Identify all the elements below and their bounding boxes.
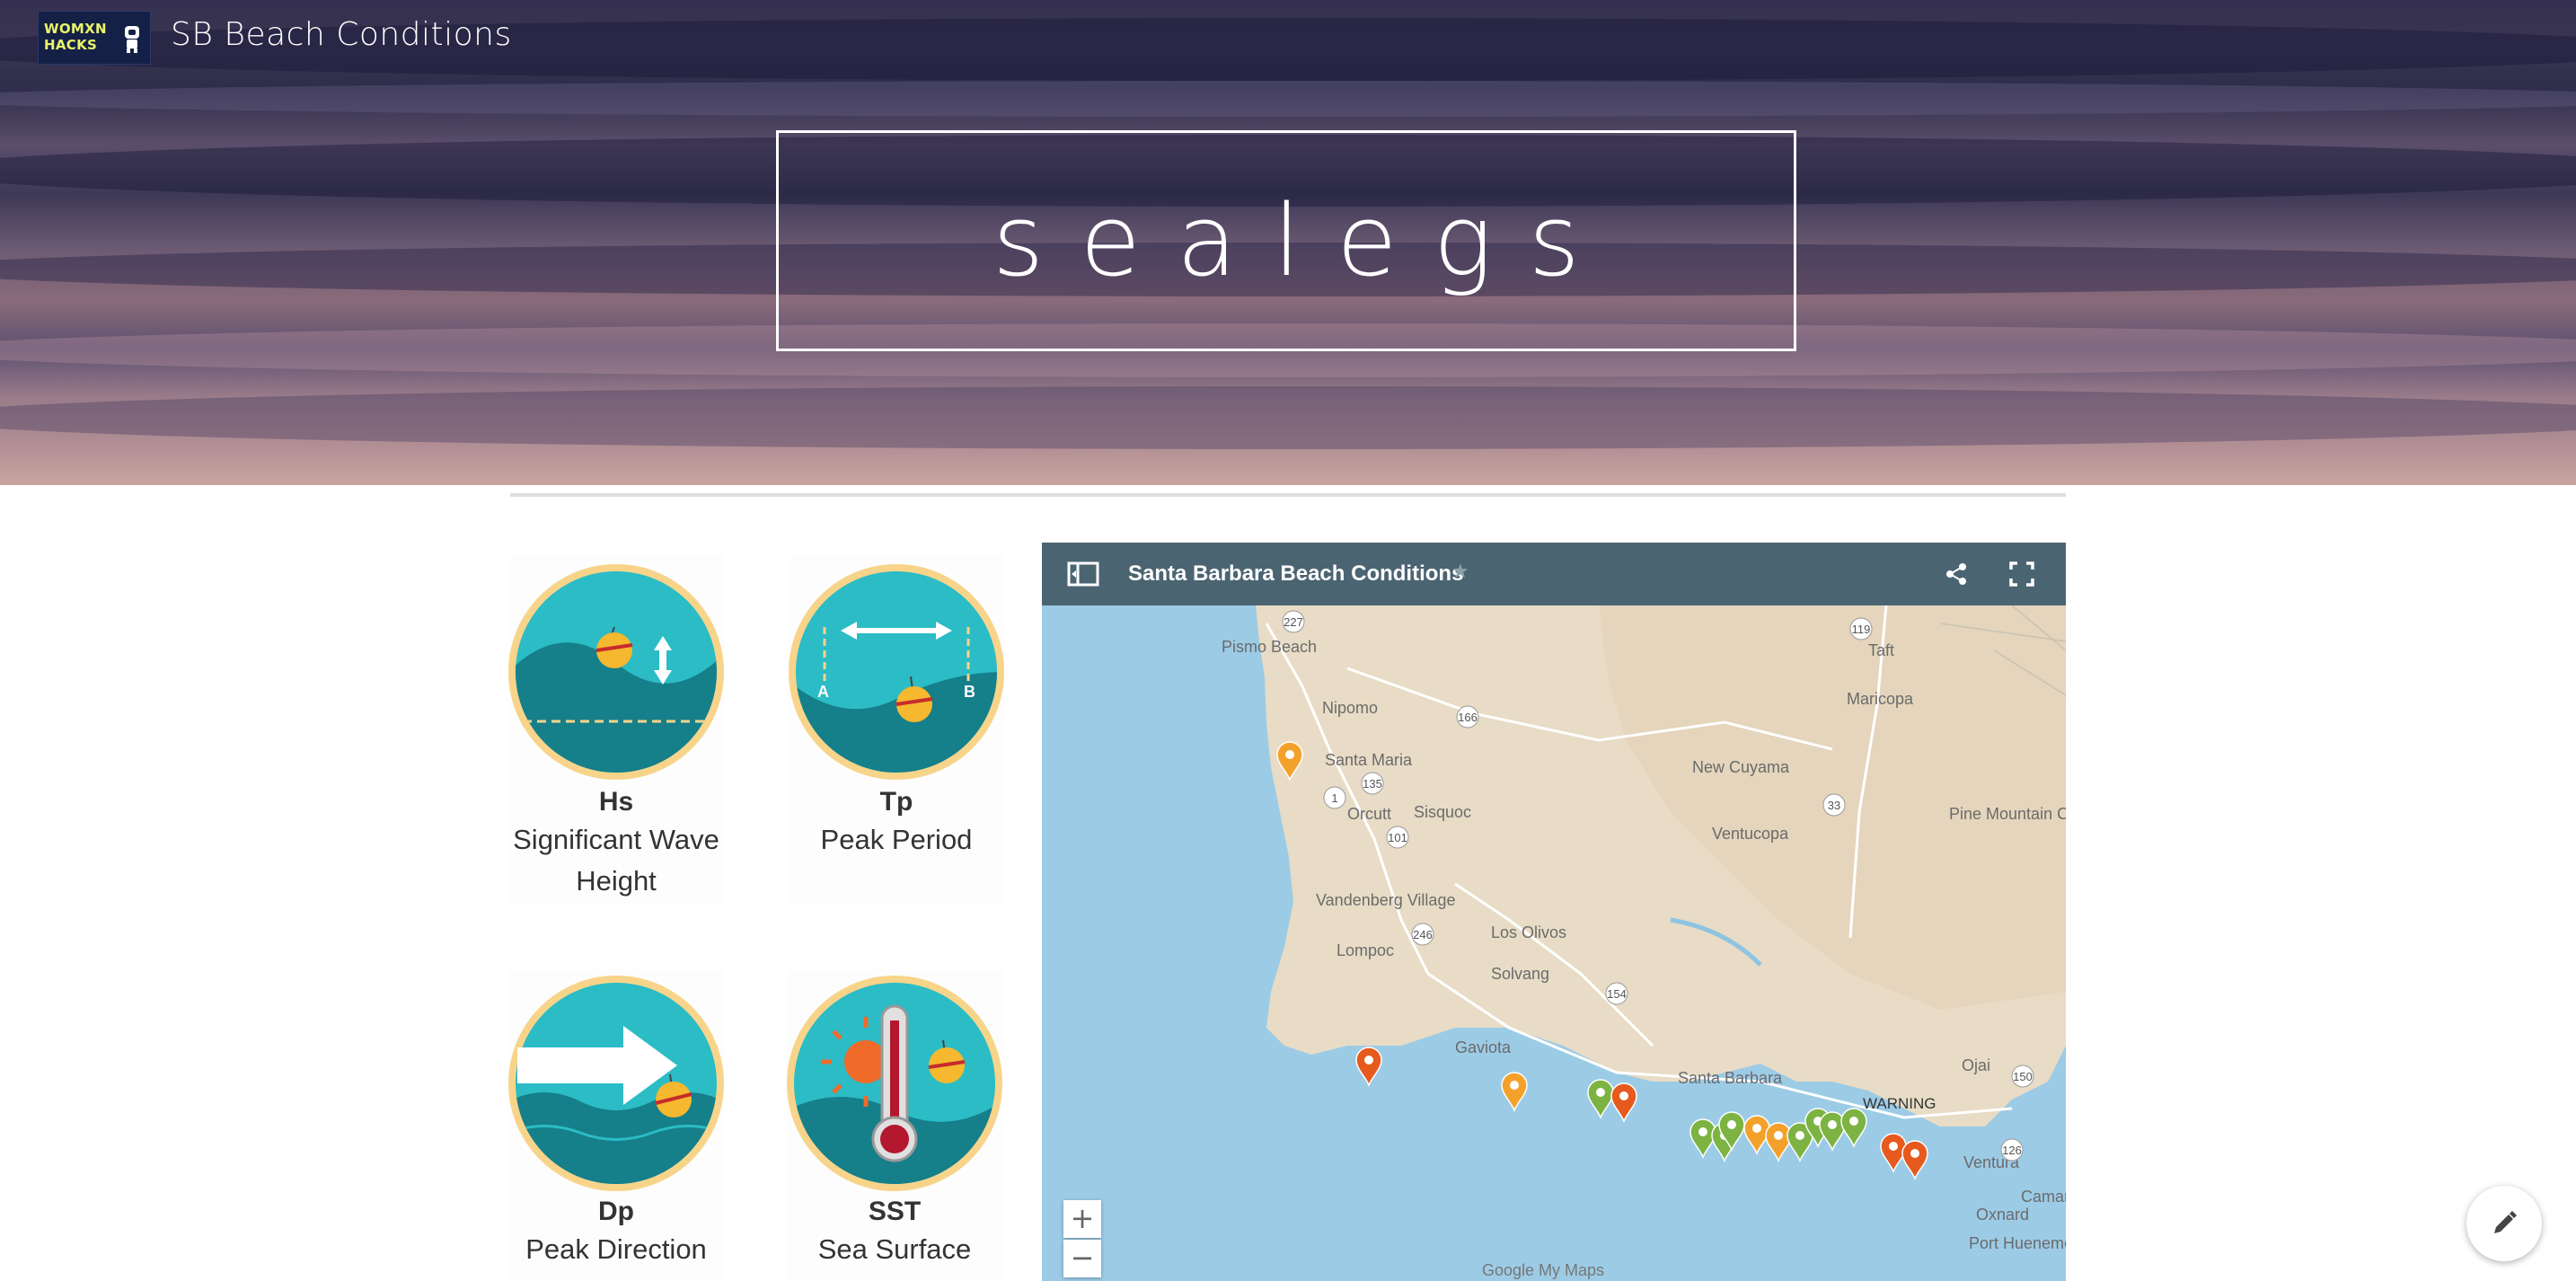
map-legend-toggle-icon[interactable] [1067, 561, 1099, 587]
map-marker-dot [1727, 1120, 1736, 1129]
map-title[interactable]: Santa Barbara Beach Conditions [1128, 561, 1463, 587]
route-shield: 135 [1361, 772, 1384, 795]
map-marker-dot [1285, 750, 1294, 759]
map-label-santa-barbara: Santa Barbara [1678, 1069, 1783, 1087]
metric-name: Peak Direction [525, 1233, 707, 1265]
route-shield: 1 [1323, 786, 1346, 809]
svg-text:246: 246 [1413, 928, 1433, 941]
thermometer-icon [794, 983, 995, 1184]
map-label-ventucopa: Ventucopa [1712, 825, 1789, 843]
route-shield: 166 [1456, 705, 1479, 729]
svg-text:166: 166 [1458, 711, 1478, 724]
site-title[interactable]: SB Beach Conditions [171, 16, 512, 53]
map-label-nipomo: Nipomo [1322, 699, 1378, 717]
route-shield: 126 [2000, 1138, 2024, 1162]
metric-abbr: Dp [598, 1197, 634, 1226]
map-warning-label: WARNING [1863, 1095, 1936, 1112]
map-marker-dot [1828, 1120, 1837, 1129]
metric-card-hs: Hs Significant Wave Height [508, 555, 724, 906]
svg-text:135: 135 [1363, 777, 1382, 791]
svg-text:227: 227 [1284, 615, 1303, 629]
logo-text-line2: HACKS [44, 37, 98, 53]
map-label-ojai: Ojai [1962, 1056, 1990, 1074]
map-marker-dot [1910, 1149, 1919, 1158]
route-shield: 154 [1605, 982, 1628, 1005]
metric-card-sst: SST Sea Surface [787, 970, 1002, 1281]
route-shield: 150 [2011, 1065, 2034, 1088]
hero-title-box: sealegs [776, 130, 1796, 351]
metric-card-tp: A B Tp Peak Period [789, 555, 1004, 906]
edit-button[interactable] [2466, 1186, 2542, 1261]
map-marker-dot [1364, 1056, 1373, 1065]
fullscreen-icon[interactable] [2008, 561, 2035, 587]
map-label-pismo-beach: Pismo Beach [1222, 638, 1317, 656]
map-label-maricopa: Maricopa [1847, 690, 1914, 708]
section-divider [510, 493, 2066, 497]
share-icon[interactable] [1944, 561, 1969, 587]
star-icon[interactable]: ★ [1451, 561, 1469, 583]
zoom-in-button[interactable]: + [1063, 1200, 1101, 1238]
map-marker-dot [1795, 1131, 1804, 1140]
wave-height-icon [516, 571, 717, 773]
map-marker-dot [1889, 1142, 1898, 1151]
svg-text:B: B [964, 683, 975, 701]
svg-text:154: 154 [1607, 987, 1627, 1001]
map-marker-dot [1774, 1131, 1783, 1140]
map-marker-dot [1596, 1088, 1605, 1097]
svg-text:1: 1 [1331, 791, 1337, 805]
map-marker-dot [1849, 1117, 1858, 1126]
wave-shadow [0, 386, 2576, 449]
metric-name: Sea Surface [817, 1233, 972, 1265]
metric-abbr: Tp [879, 787, 913, 817]
wave-highlight [0, 81, 2576, 117]
map-canvas[interactable]: Pismo Beach Nipomo Santa Maria Orcutt Si… [1042, 543, 2066, 1281]
svg-text:150: 150 [2013, 1070, 2033, 1083]
route-shield: 227 [1282, 610, 1305, 633]
svg-text:A: A [817, 683, 829, 701]
peak-direction-icon [516, 983, 717, 1184]
map-label-santa-maria: Santa Maria [1325, 751, 1413, 769]
svg-text:126: 126 [2002, 1144, 2022, 1157]
map-label-orcutt: Orcutt [1347, 805, 1391, 823]
map-marker-dot [1698, 1127, 1707, 1136]
map-label-gaviota: Gaviota [1455, 1038, 1512, 1056]
map-label-los-olivos: Los Olivos [1491, 923, 1566, 941]
map-label-solvang: Solvang [1491, 965, 1549, 983]
map-label-camarillo: Camarillo [2021, 1188, 2066, 1206]
map-marker-dot [1752, 1124, 1761, 1133]
metric-name: Significant Wave Height [513, 824, 719, 897]
womxn-hacks-logo[interactable]: WOMXN HACKS [38, 11, 151, 65]
zoom-out-button[interactable]: − [1063, 1240, 1101, 1277]
metric-abbr: SST [868, 1197, 922, 1226]
route-shield: 246 [1411, 923, 1434, 946]
map-marker-dot [1619, 1091, 1628, 1100]
map-label-new-cuyama: New Cuyama [1692, 758, 1790, 776]
metric-card-dp: Dp Peak Direction [508, 970, 724, 1281]
svg-text:101: 101 [1388, 831, 1407, 844]
map-label-pine-mountain-club: Pine Mountain Club [1949, 805, 2066, 823]
map-label-lompoc: Lompoc [1337, 941, 1394, 959]
logo-text-line1: WOMXN [44, 21, 107, 37]
route-shield: 119 [1849, 617, 1873, 640]
embedded-map[interactable]: Pismo Beach Nipomo Santa Maria Orcutt Si… [1042, 543, 2066, 1281]
map-label-port-hueneme: Port Hueneme [1969, 1234, 2066, 1252]
pencil-icon [2494, 1211, 2517, 1233]
metric-abbr: Hs [598, 787, 634, 817]
map-marker-dot [1510, 1081, 1519, 1090]
map-label-vandenberg-village: Vandenberg Village [1316, 891, 1455, 909]
svg-text:33: 33 [1828, 799, 1840, 812]
map-attribution: Google My Maps [1482, 1261, 1604, 1279]
route-shield: 101 [1386, 826, 1409, 849]
map-label-taft: Taft [1868, 641, 1894, 659]
map-label-oxnard: Oxnard [1976, 1206, 2029, 1224]
hero-banner: WOMXN HACKS SB Beach Conditions sealegs [0, 0, 2576, 485]
route-shield: 33 [1822, 793, 1846, 817]
peak-period-icon: A B [796, 571, 997, 773]
hero-title: sealegs [992, 183, 1616, 298]
astronaut-icon [125, 26, 139, 53]
metric-name: Peak Period [820, 824, 973, 855]
map-toolbar: Santa Barbara Beach Conditions ★ [1042, 543, 2066, 605]
svg-text:119: 119 [1852, 623, 1871, 636]
map-label-sisquoc: Sisquoc [1414, 803, 1471, 821]
